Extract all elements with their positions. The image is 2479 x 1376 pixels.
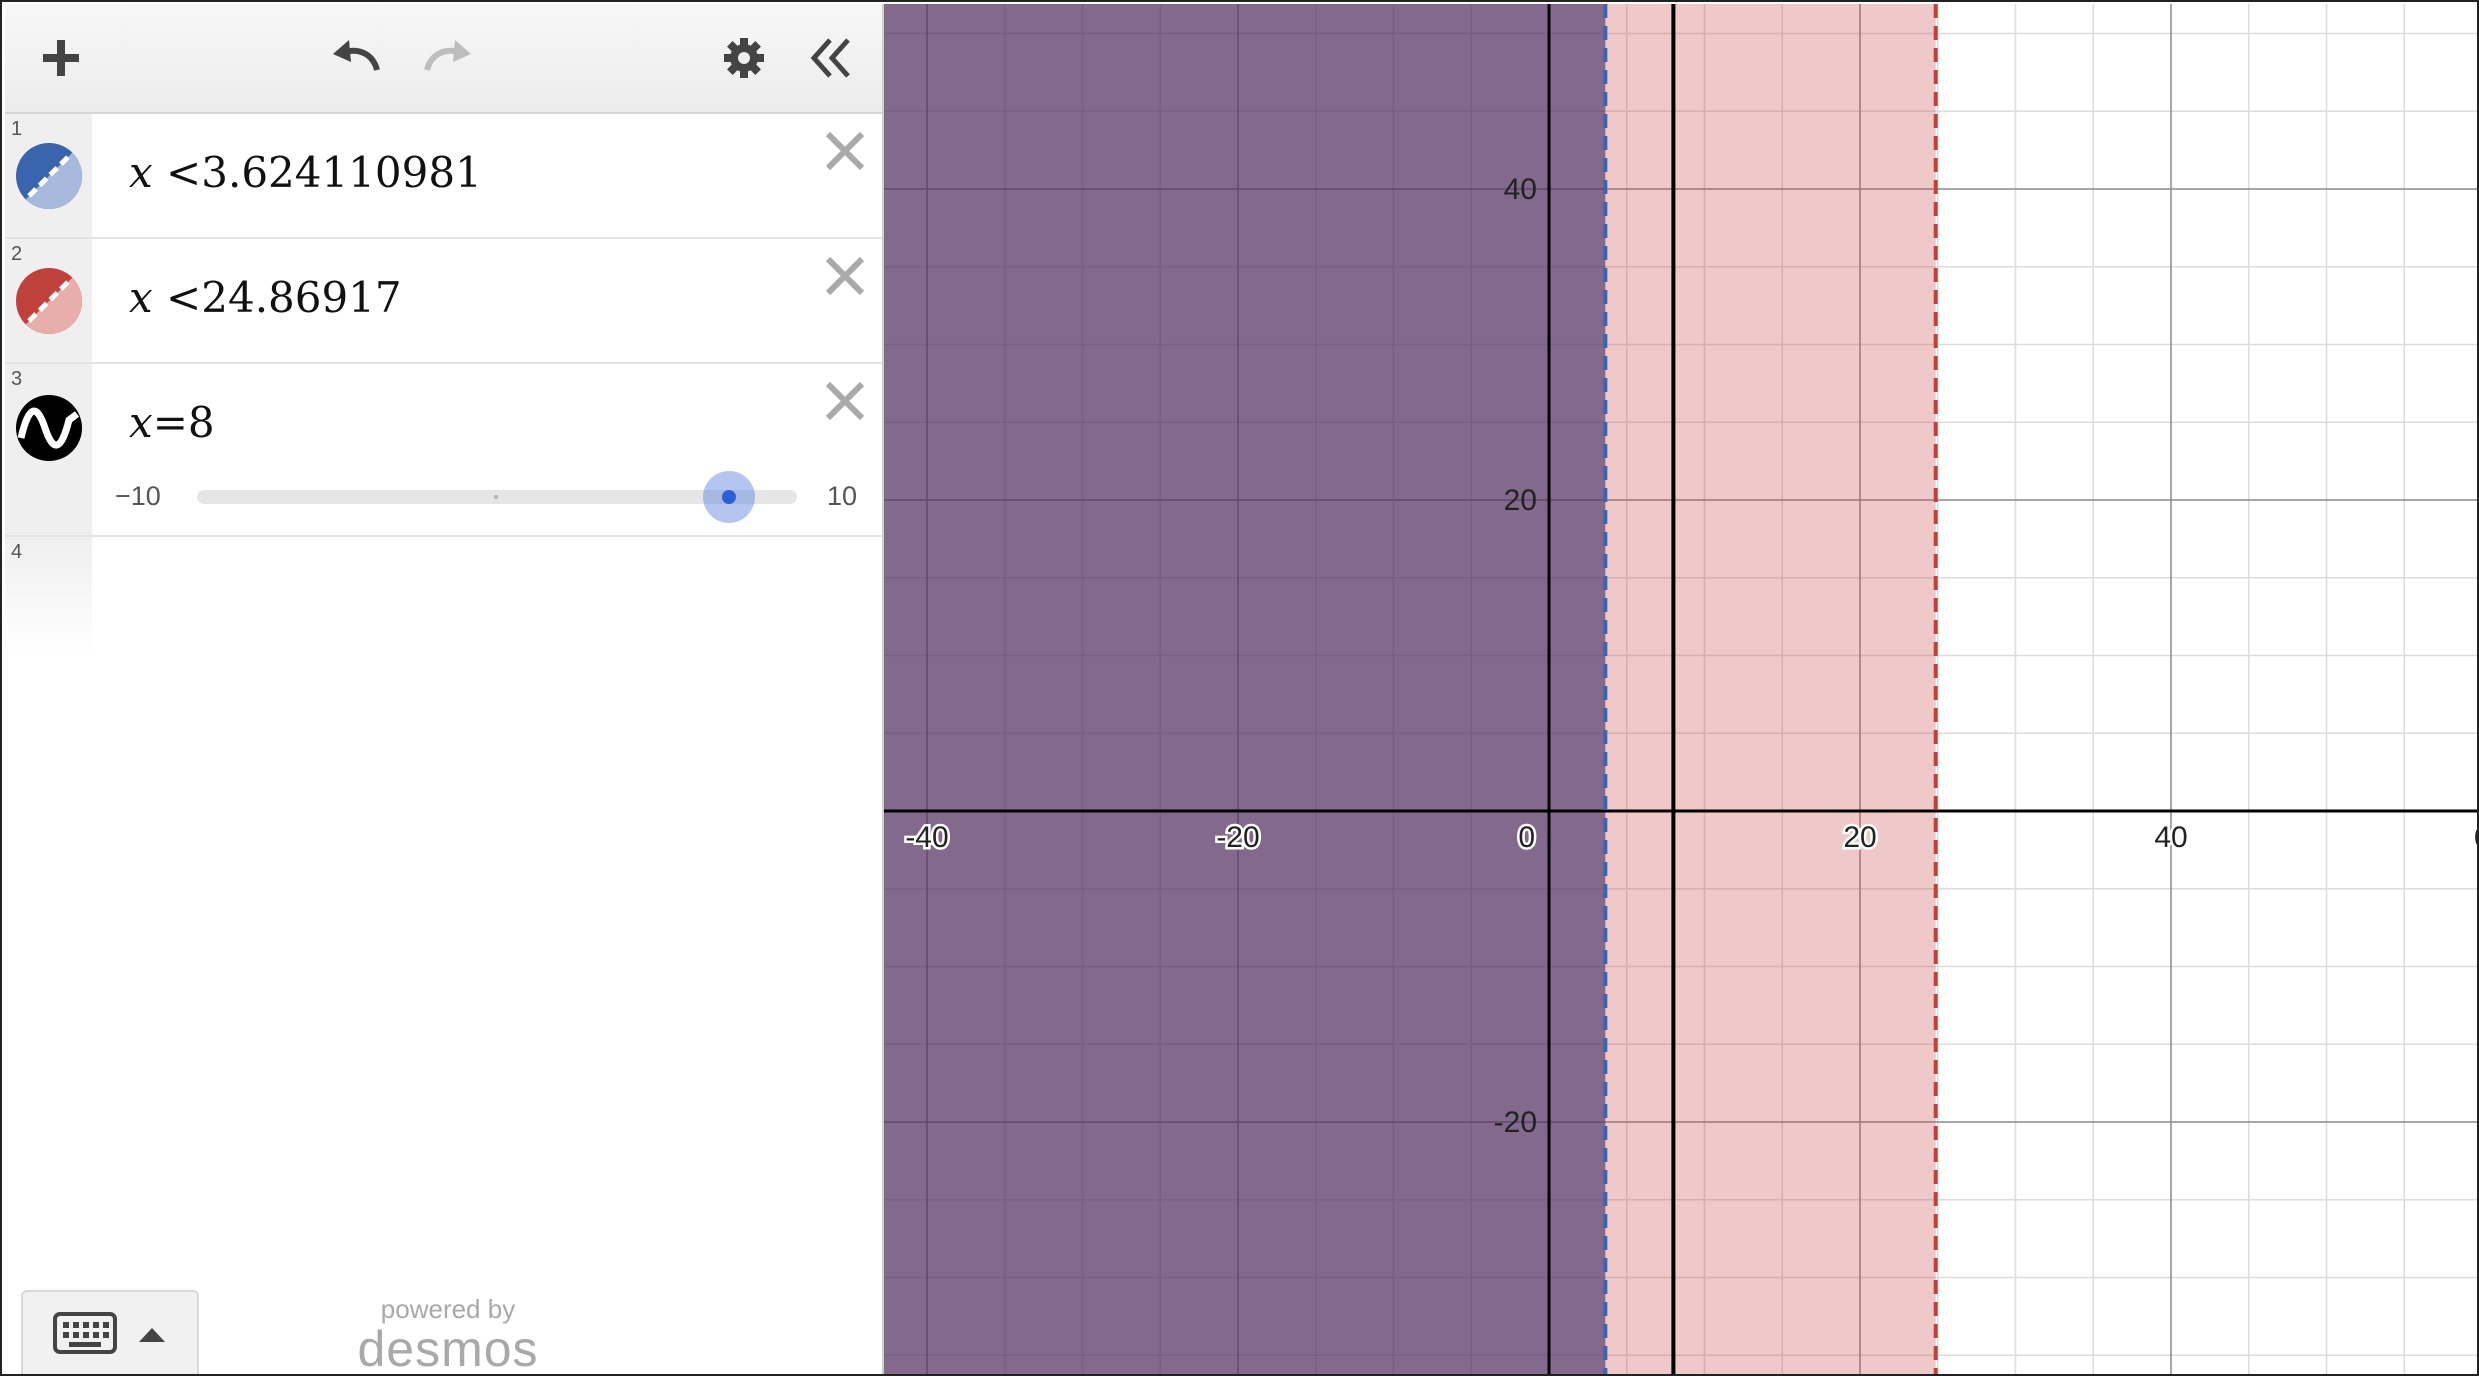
expression-lhs: x [129, 273, 153, 322]
x-tick-label: 20 [1843, 821, 1876, 854]
triangle-up-icon [139, 1328, 165, 1342]
undo-icon [333, 40, 380, 71]
y-tick-label: -20 [1494, 1106, 1537, 1139]
expression-index: 4 [11, 541, 23, 563]
expression-math[interactable]: x <3.624110981 [129, 148, 482, 197]
expression-math[interactable]: x=8 [129, 398, 215, 447]
expression-row-4[interactable]: 4 [5, 537, 882, 657]
graph-paper[interactable]: -40 -20 0 20 40 6 40 20 -20 [884, 4, 2479, 1375]
redo-button[interactable] [415, 26, 479, 90]
slider-thumb-dot [722, 490, 736, 504]
expression-operator: = [152, 398, 188, 447]
powered-by-desmos[interactable]: powered by desmos [343, 1294, 553, 1376]
expression-operator: < [166, 273, 202, 322]
gear-icon [724, 38, 764, 78]
expression-operator: < [166, 148, 202, 197]
x-tick-label: 0 [1518, 821, 1535, 854]
collapse-panel-button[interactable] [800, 26, 864, 90]
slider-center-tick [494, 495, 498, 499]
expression-row-3[interactable]: 3 x=8 −10 10 [5, 364, 882, 537]
delete-expression-icon[interactable] [822, 128, 868, 174]
inequality-red-icon[interactable] [15, 267, 83, 335]
x-tick-label: -20 [1216, 821, 1259, 854]
desmos-logo: desmos [357, 1321, 539, 1376]
wave-icon[interactable] [15, 394, 83, 462]
delete-expression-icon[interactable] [822, 253, 868, 299]
y-tick-label: 20 [1504, 484, 1537, 517]
expression-math[interactable]: x <24.86917 [129, 273, 402, 322]
x-tick-label: -40 [905, 821, 948, 854]
slider-max-label[interactable]: 10 [827, 481, 857, 512]
expression-row-1[interactable]: 1 x <3.624110981 [5, 114, 882, 239]
inequality-blue-icon[interactable] [15, 142, 83, 210]
plus-icon [43, 40, 79, 76]
redo-icon [424, 40, 471, 71]
region-blue-inequality [884, 4, 1606, 1374]
expression-rhs: 8 [187, 398, 215, 447]
undo-button[interactable] [325, 26, 389, 90]
x-tick-label: 6 [2474, 821, 2479, 854]
expression-rhs: 24.86917 [201, 273, 402, 322]
desmos-window: 1 x <3.624110981 2 x <24.86917 3 x=8 −10… [0, 0, 2479, 1376]
keyboard-icon [53, 1312, 117, 1354]
graph-canvas[interactable]: -40 -20 0 20 40 6 40 20 -20 [884, 4, 2479, 1375]
x-tick-label: 40 [2154, 821, 2187, 854]
expression-list: 1 x <3.624110981 2 x <24.86917 3 x=8 −10… [5, 114, 882, 657]
expression-panel: 1 x <3.624110981 2 x <24.86917 3 x=8 −10… [5, 4, 884, 1376]
settings-button[interactable] [712, 26, 776, 90]
delete-expression-icon[interactable] [822, 378, 868, 424]
expression-lhs: x [129, 148, 153, 197]
expression-index: 1 [11, 118, 23, 140]
expression-toolbar [5, 4, 882, 114]
expression-rhs: 3.624110981 [201, 148, 482, 197]
slider-track[interactable] [197, 471, 797, 523]
expression-index: 2 [11, 243, 23, 265]
expression-row-2[interactable]: 2 x <24.86917 [5, 239, 882, 364]
keyboard-toggle-button[interactable] [21, 1290, 199, 1374]
expression-index: 3 [11, 368, 23, 390]
slider-thumb[interactable] [703, 471, 755, 523]
y-tick-label: 40 [1504, 173, 1537, 206]
slider-min-label[interactable]: −10 [115, 481, 161, 512]
add-expression-button[interactable] [29, 26, 93, 90]
expression-lhs: x [129, 398, 153, 447]
double-chevron-left-icon [810, 38, 850, 78]
